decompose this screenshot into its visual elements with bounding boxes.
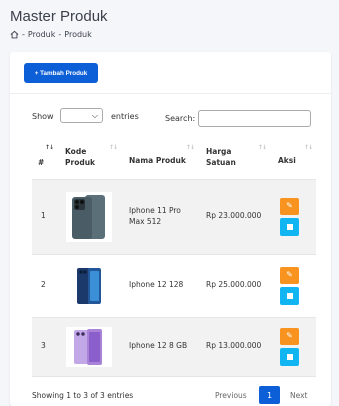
chevron-down-icon: ⌵ bbox=[91, 111, 98, 120]
column-header-kode[interactable]: ↑↓ Kode Produk bbox=[57, 137, 121, 180]
actions-cell: ✎ bbox=[270, 254, 316, 318]
product-image-cell bbox=[57, 254, 121, 318]
edit-button[interactable]: ✎ bbox=[280, 197, 299, 215]
delete-button[interactable] bbox=[280, 286, 299, 305]
sort-icon: ↑↓ bbox=[303, 144, 313, 151]
column-label: Harga Satuan bbox=[206, 147, 236, 167]
product-name: Iphone 12 8 GB bbox=[121, 317, 198, 377]
column-header-nama[interactable]: ↑↓ Nama Produk bbox=[121, 137, 198, 180]
pencil-icon: ✎ bbox=[286, 270, 293, 280]
actions-cell: ✎ bbox=[270, 179, 316, 255]
square-icon bbox=[286, 223, 293, 230]
table-row: 2 Iphone 12 128 Rp 25.000.000 ✎ bbox=[32, 254, 316, 318]
delete-button[interactable] bbox=[280, 347, 299, 366]
sort-icon: ↑↓ bbox=[44, 144, 54, 151]
iphone-12-purple-icon bbox=[74, 328, 102, 365]
product-image bbox=[66, 326, 112, 367]
product-image-cell bbox=[57, 317, 121, 377]
page-title: Master Produk bbox=[10, 8, 108, 25]
sort-icon: ↑↓ bbox=[185, 144, 195, 151]
sort-icon: ↑↓ bbox=[257, 144, 267, 151]
column-label: Kode Produk bbox=[65, 147, 96, 167]
entries-label: entries bbox=[111, 112, 139, 121]
add-product-button[interactable]: + Tambah Produk bbox=[24, 63, 98, 83]
breadcrumb: - Produk - Produk bbox=[10, 30, 92, 39]
row-number: 2 bbox=[32, 254, 57, 318]
breadcrumb-item-current: Produk bbox=[64, 30, 92, 39]
product-table: ↑↓ # ↑↓ Kode Produk ↑↓ Nama Produk ↑↓ Ha… bbox=[32, 137, 316, 377]
column-header-harga[interactable]: ↑↓ Harga Satuan bbox=[198, 137, 270, 180]
row-number: 1 bbox=[32, 179, 57, 255]
search-input[interactable] bbox=[198, 110, 311, 127]
product-name: Iphone 11 Pro Max 512 bbox=[121, 179, 198, 255]
row-number: 3 bbox=[32, 317, 57, 377]
product-price: Rp 13.000.000 bbox=[198, 317, 270, 377]
product-price: Rp 25.000.000 bbox=[198, 254, 270, 318]
square-icon bbox=[286, 353, 293, 360]
page-button-current[interactable]: 1 bbox=[259, 386, 280, 404]
column-header-aksi[interactable]: ↑↓ Aksi bbox=[270, 137, 316, 180]
edit-button[interactable]: ✎ bbox=[280, 266, 299, 284]
square-icon bbox=[286, 292, 293, 299]
entries-per-page-select[interactable]: ⌵ bbox=[60, 108, 103, 123]
pagination: Previous 1 Next bbox=[10, 386, 331, 404]
edit-button[interactable]: ✎ bbox=[280, 327, 299, 345]
delete-button[interactable] bbox=[280, 217, 299, 236]
product-name: Iphone 12 128 bbox=[121, 254, 198, 318]
table-row: 3 Iphone 12 8 GB Rp 13.000.000 ✎ bbox=[32, 317, 316, 377]
sort-icon: ↑↓ bbox=[108, 144, 118, 151]
breadcrumb-separator: - bbox=[58, 30, 62, 39]
breadcrumb-separator: - bbox=[22, 30, 25, 39]
iphone-12-blue-icon bbox=[77, 267, 101, 304]
divider bbox=[10, 93, 331, 94]
pencil-icon: ✎ bbox=[286, 201, 293, 211]
column-header-no[interactable]: ↑↓ # bbox=[32, 137, 57, 180]
product-image bbox=[66, 265, 112, 306]
breadcrumb-item[interactable]: Produk bbox=[28, 30, 55, 39]
previous-page-button[interactable]: Previous bbox=[215, 391, 247, 400]
product-card: + Tambah Produk Show ⌵ entries Search: ↑… bbox=[10, 52, 331, 406]
show-label: Show bbox=[32, 112, 54, 121]
product-price: Rp 23.000.000 bbox=[198, 179, 270, 255]
actions-cell: ✎ bbox=[270, 317, 316, 377]
table-row: 1 Iphone 11 Pro Max 512 Rp 23.000.000 ✎ bbox=[32, 179, 316, 255]
product-image-cell bbox=[57, 179, 121, 255]
product-image bbox=[66, 191, 112, 242]
search-label: Search: bbox=[165, 114, 196, 123]
next-page-button[interactable]: Next bbox=[290, 391, 307, 400]
pencil-icon: ✎ bbox=[286, 331, 293, 341]
home-icon[interactable] bbox=[10, 30, 19, 39]
iphone-11-pro-icon bbox=[72, 194, 105, 239]
